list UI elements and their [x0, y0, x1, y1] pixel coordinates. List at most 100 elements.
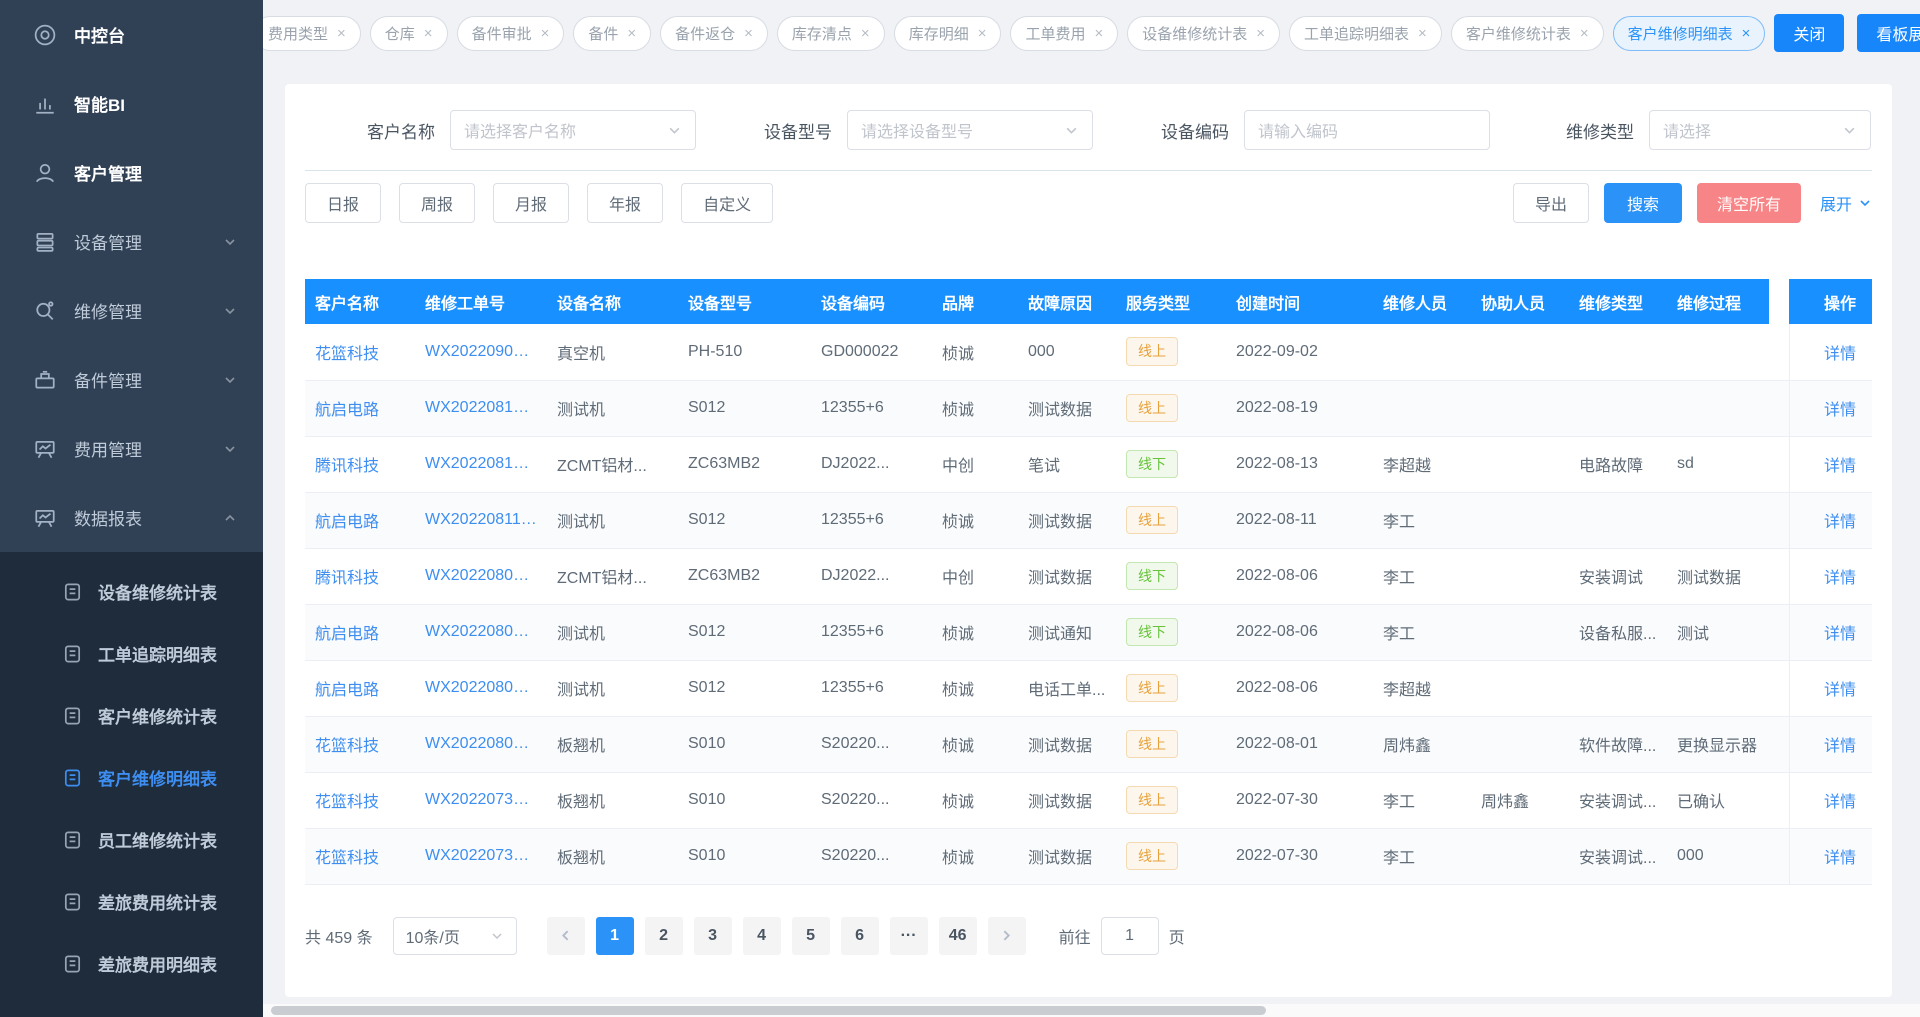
tab-spare-return[interactable]: 备件返仓×: [660, 16, 768, 51]
tab-warehouse[interactable]: 仓库×: [370, 16, 448, 51]
tab-device-repair-stats[interactable]: 设备维修统计表×: [1127, 16, 1280, 51]
detail-link[interactable]: 详情: [1824, 794, 1856, 811]
sidebar-item-device-repair-stats[interactable]: 设备维修统计表: [0, 560, 263, 622]
detail-link[interactable]: 详情: [1824, 626, 1856, 643]
sidebar-item-devices[interactable]: 设备管理: [0, 207, 263, 276]
goto-page-input[interactable]: [1101, 917, 1159, 955]
cell-customer[interactable]: 航启电路: [305, 604, 415, 660]
tab-customer-repair-detail[interactable]: 客户维修明细表×: [1613, 16, 1766, 51]
tab-workorder-trace-detail[interactable]: 工单追踪明细表×: [1289, 16, 1442, 51]
next-page-button[interactable]: [988, 917, 1026, 955]
cell-customer[interactable]: 花篮科技: [305, 772, 415, 828]
close-icon[interactable]: ×: [744, 26, 753, 41]
sidebar-item-customers[interactable]: 客户管理: [0, 138, 263, 207]
page-button-5[interactable]: 5: [792, 917, 830, 955]
page-button-46[interactable]: 46: [939, 917, 977, 955]
sidebar-item-customer-repair-stats[interactable]: 客户维修统计表: [0, 684, 263, 746]
scrollbar-thumb[interactable]: [271, 1006, 1266, 1015]
repair-type-select[interactable]: 请选择: [1649, 110, 1871, 150]
close-icon[interactable]: ×: [1580, 26, 1589, 41]
detail-link[interactable]: 详情: [1824, 850, 1856, 867]
cell-customer[interactable]: 花篮科技: [305, 828, 415, 884]
close-icon[interactable]: ×: [1094, 26, 1103, 41]
detail-link[interactable]: 详情: [1824, 682, 1856, 699]
close-icon[interactable]: ×: [627, 26, 636, 41]
cell-order[interactable]: WX202207300002: [415, 772, 547, 828]
daily-report-button[interactable]: 日报: [305, 183, 381, 223]
cell-order[interactable]: WX202208110001: [415, 492, 547, 548]
close-icon[interactable]: ×: [1256, 26, 1265, 41]
customer-name-select[interactable]: 请选择客户名称: [450, 110, 696, 150]
horizontal-scrollbar[interactable]: [263, 1004, 1920, 1017]
cell-assistant: [1471, 380, 1569, 436]
export-button[interactable]: 导出: [1513, 183, 1589, 223]
cell-customer[interactable]: 航启电路: [305, 660, 415, 716]
sidebar-item-spare-parts[interactable]: 备件管理: [0, 345, 263, 414]
monthly-report-button[interactable]: 月报: [493, 183, 569, 223]
cell-order[interactable]: WX202208060002: [415, 604, 547, 660]
detail-link[interactable]: 详情: [1824, 570, 1856, 587]
cell-order[interactable]: WX202207300001: [415, 828, 547, 884]
cell-order[interactable]: WX202208060001: [415, 660, 547, 716]
page-button-2[interactable]: 2: [645, 917, 683, 955]
board-display-button[interactable]: 看板展示: [1857, 14, 1920, 52]
clear-all-button[interactable]: 清空所有: [1697, 183, 1801, 223]
sidebar-item-expenses[interactable]: 费用管理: [0, 414, 263, 483]
device-model-select[interactable]: 请选择设备型号: [847, 110, 1093, 150]
sidebar-item-travel-expense-stats[interactable]: 差旅费用统计表: [0, 870, 263, 932]
cell-order[interactable]: WX202209020001: [415, 324, 547, 380]
cell-order[interactable]: WX202208190001: [415, 380, 547, 436]
search-button[interactable]: 搜索: [1604, 183, 1682, 223]
sidebar-item-travel-expense-detail[interactable]: 差旅费用明细表: [0, 932, 263, 994]
prev-page-button[interactable]: [547, 917, 585, 955]
sidebar-item-repairs[interactable]: 维修管理: [0, 276, 263, 345]
cell-order[interactable]: WX202208060003: [415, 548, 547, 604]
cell-order[interactable]: WX202208130001: [415, 436, 547, 492]
sidebar-item-employee-repair-stats[interactable]: 员工维修统计表: [0, 808, 263, 870]
close-icon[interactable]: ×: [337, 26, 346, 41]
page-button-4[interactable]: 4: [743, 917, 781, 955]
cell-customer[interactable]: 花篮科技: [305, 716, 415, 772]
close-icon[interactable]: ×: [861, 26, 870, 41]
close-all-button[interactable]: 关闭: [1774, 14, 1844, 52]
sidebar-item-bi[interactable]: 智能BI: [0, 69, 263, 138]
tab-expense-type[interactable]: 费用类型×: [263, 16, 361, 51]
tab-spare-approval[interactable]: 备件审批×: [457, 16, 565, 51]
page-size-select[interactable]: 10条/页: [393, 917, 517, 955]
close-icon[interactable]: ×: [1418, 26, 1427, 41]
detail-link[interactable]: 详情: [1824, 402, 1856, 419]
close-icon[interactable]: ×: [424, 26, 433, 41]
page-button-6[interactable]: 6: [841, 917, 879, 955]
chevron-down-icon: [667, 123, 682, 138]
tab-stock-count[interactable]: 库存清点×: [777, 16, 885, 51]
sidebar-item-console[interactable]: 中控台: [0, 0, 263, 69]
cell-customer[interactable]: 花篮科技: [305, 324, 415, 380]
close-icon[interactable]: ×: [978, 26, 987, 41]
detail-link[interactable]: 详情: [1824, 458, 1856, 475]
page-button-1[interactable]: 1: [596, 917, 634, 955]
close-icon[interactable]: ×: [541, 26, 550, 41]
weekly-report-button[interactable]: 周报: [399, 183, 475, 223]
detail-link[interactable]: 详情: [1824, 514, 1856, 531]
tab-stock-detail[interactable]: 库存明细×: [894, 16, 1002, 51]
cell-customer[interactable]: 腾讯科技: [305, 436, 415, 492]
expand-toggle[interactable]: 展开: [1820, 191, 1872, 215]
tab-customer-repair-stats[interactable]: 客户维修统计表×: [1451, 16, 1604, 51]
close-icon[interactable]: ×: [1742, 26, 1751, 41]
page-button-3[interactable]: 3: [694, 917, 732, 955]
sidebar-item-workorder-trace[interactable]: 工单追踪明细表: [0, 622, 263, 684]
cell-customer[interactable]: 航启电路: [305, 492, 415, 548]
cell-customer[interactable]: 航启电路: [305, 380, 415, 436]
device-code-input[interactable]: 请输入编码: [1244, 110, 1490, 150]
detail-link[interactable]: 详情: [1824, 738, 1856, 755]
more-pages-button[interactable]: ···: [890, 917, 928, 955]
sidebar-item-reports[interactable]: 数据报表: [0, 483, 263, 552]
sidebar-item-customer-repair-detail[interactable]: 客户维修明细表: [0, 746, 263, 808]
custom-report-button[interactable]: 自定义: [681, 183, 773, 223]
yearly-report-button[interactable]: 年报: [587, 183, 663, 223]
cell-customer[interactable]: 腾讯科技: [305, 548, 415, 604]
tab-spare[interactable]: 备件×: [573, 16, 651, 51]
detail-link[interactable]: 详情: [1824, 346, 1856, 363]
cell-order[interactable]: WX202208010001: [415, 716, 547, 772]
tab-workorder-fee[interactable]: 工单费用×: [1010, 16, 1118, 51]
